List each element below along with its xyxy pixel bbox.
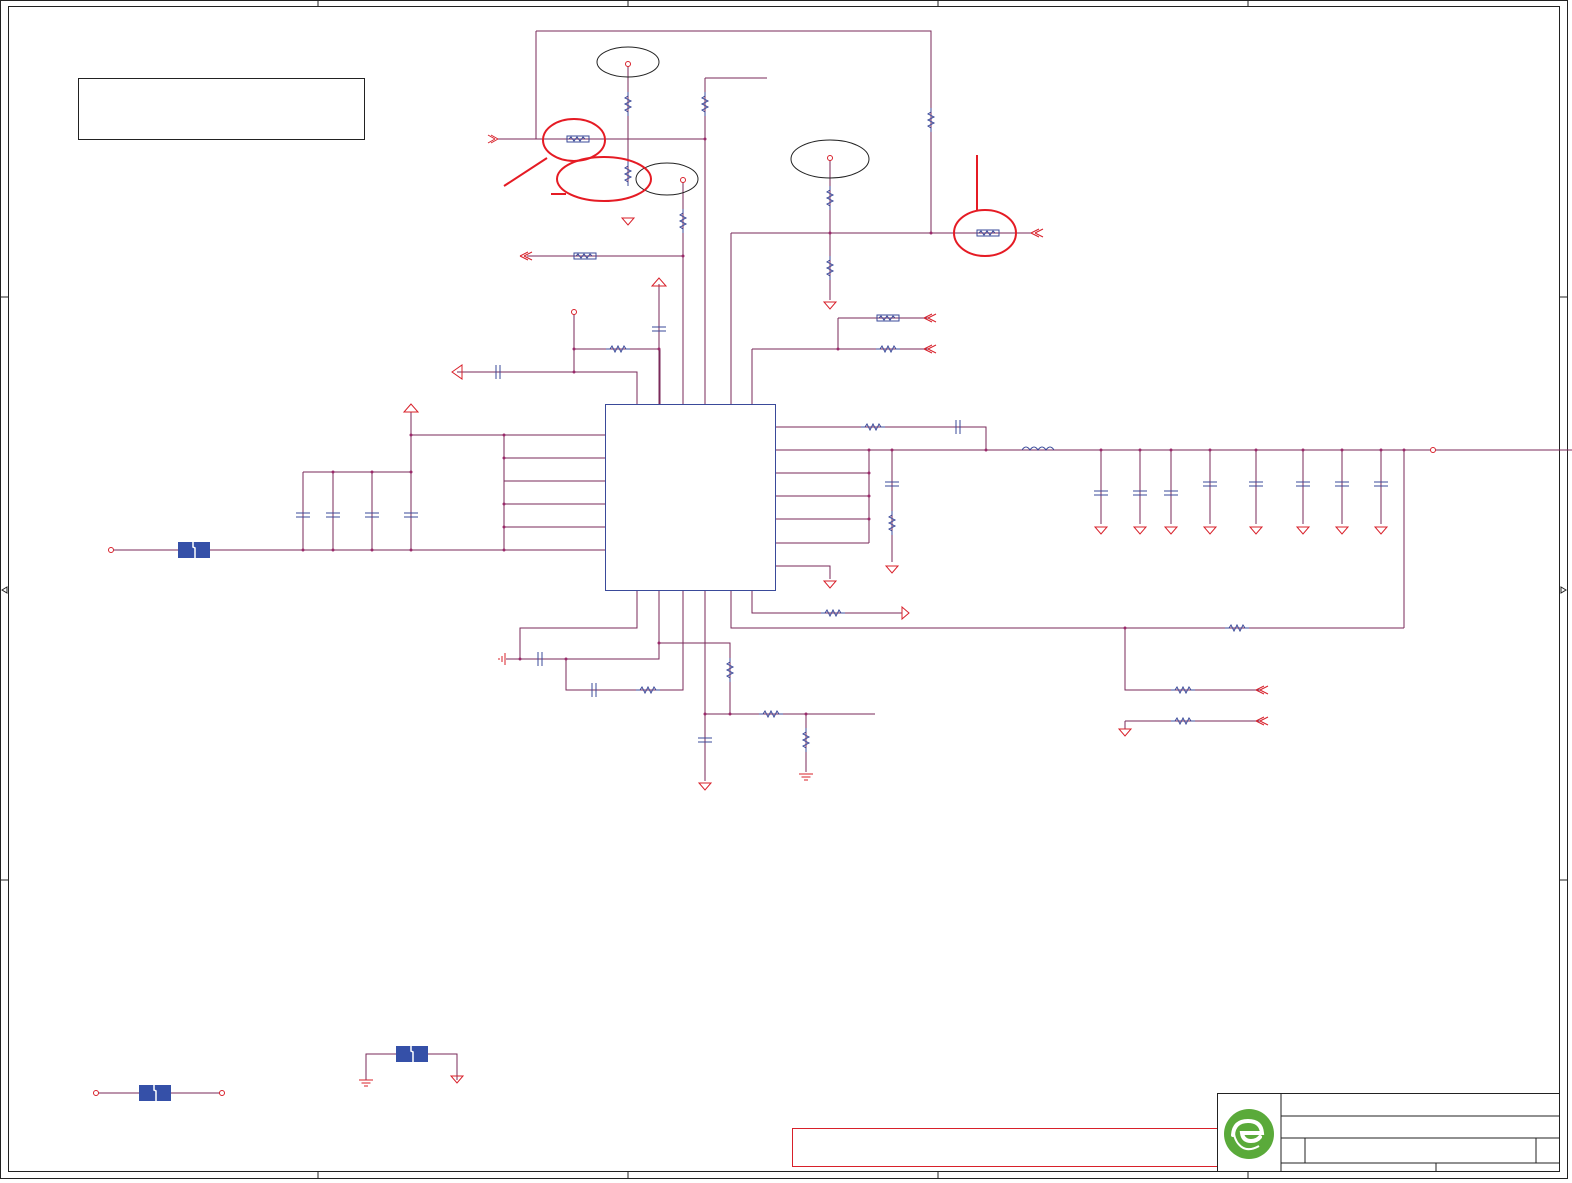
- bottom-wiring: [498, 591, 1404, 791]
- bottom-left-ferrites: [93, 1045, 464, 1102]
- notes-box: [78, 78, 365, 140]
- ferrite-bead-input: [177, 541, 211, 559]
- left-input-network: [108, 403, 605, 559]
- right-output-network: [776, 419, 1572, 628]
- note-box-red: [792, 1128, 1218, 1167]
- sheet-frame: [0, 0, 1568, 1179]
- main-ic: [605, 404, 776, 591]
- company-logo-icon: [1224, 1109, 1274, 1159]
- top-wiring: [451, 30, 1044, 404]
- title-block: [1217, 1093, 1560, 1172]
- schematic-canvas: [0, 0, 1572, 1179]
